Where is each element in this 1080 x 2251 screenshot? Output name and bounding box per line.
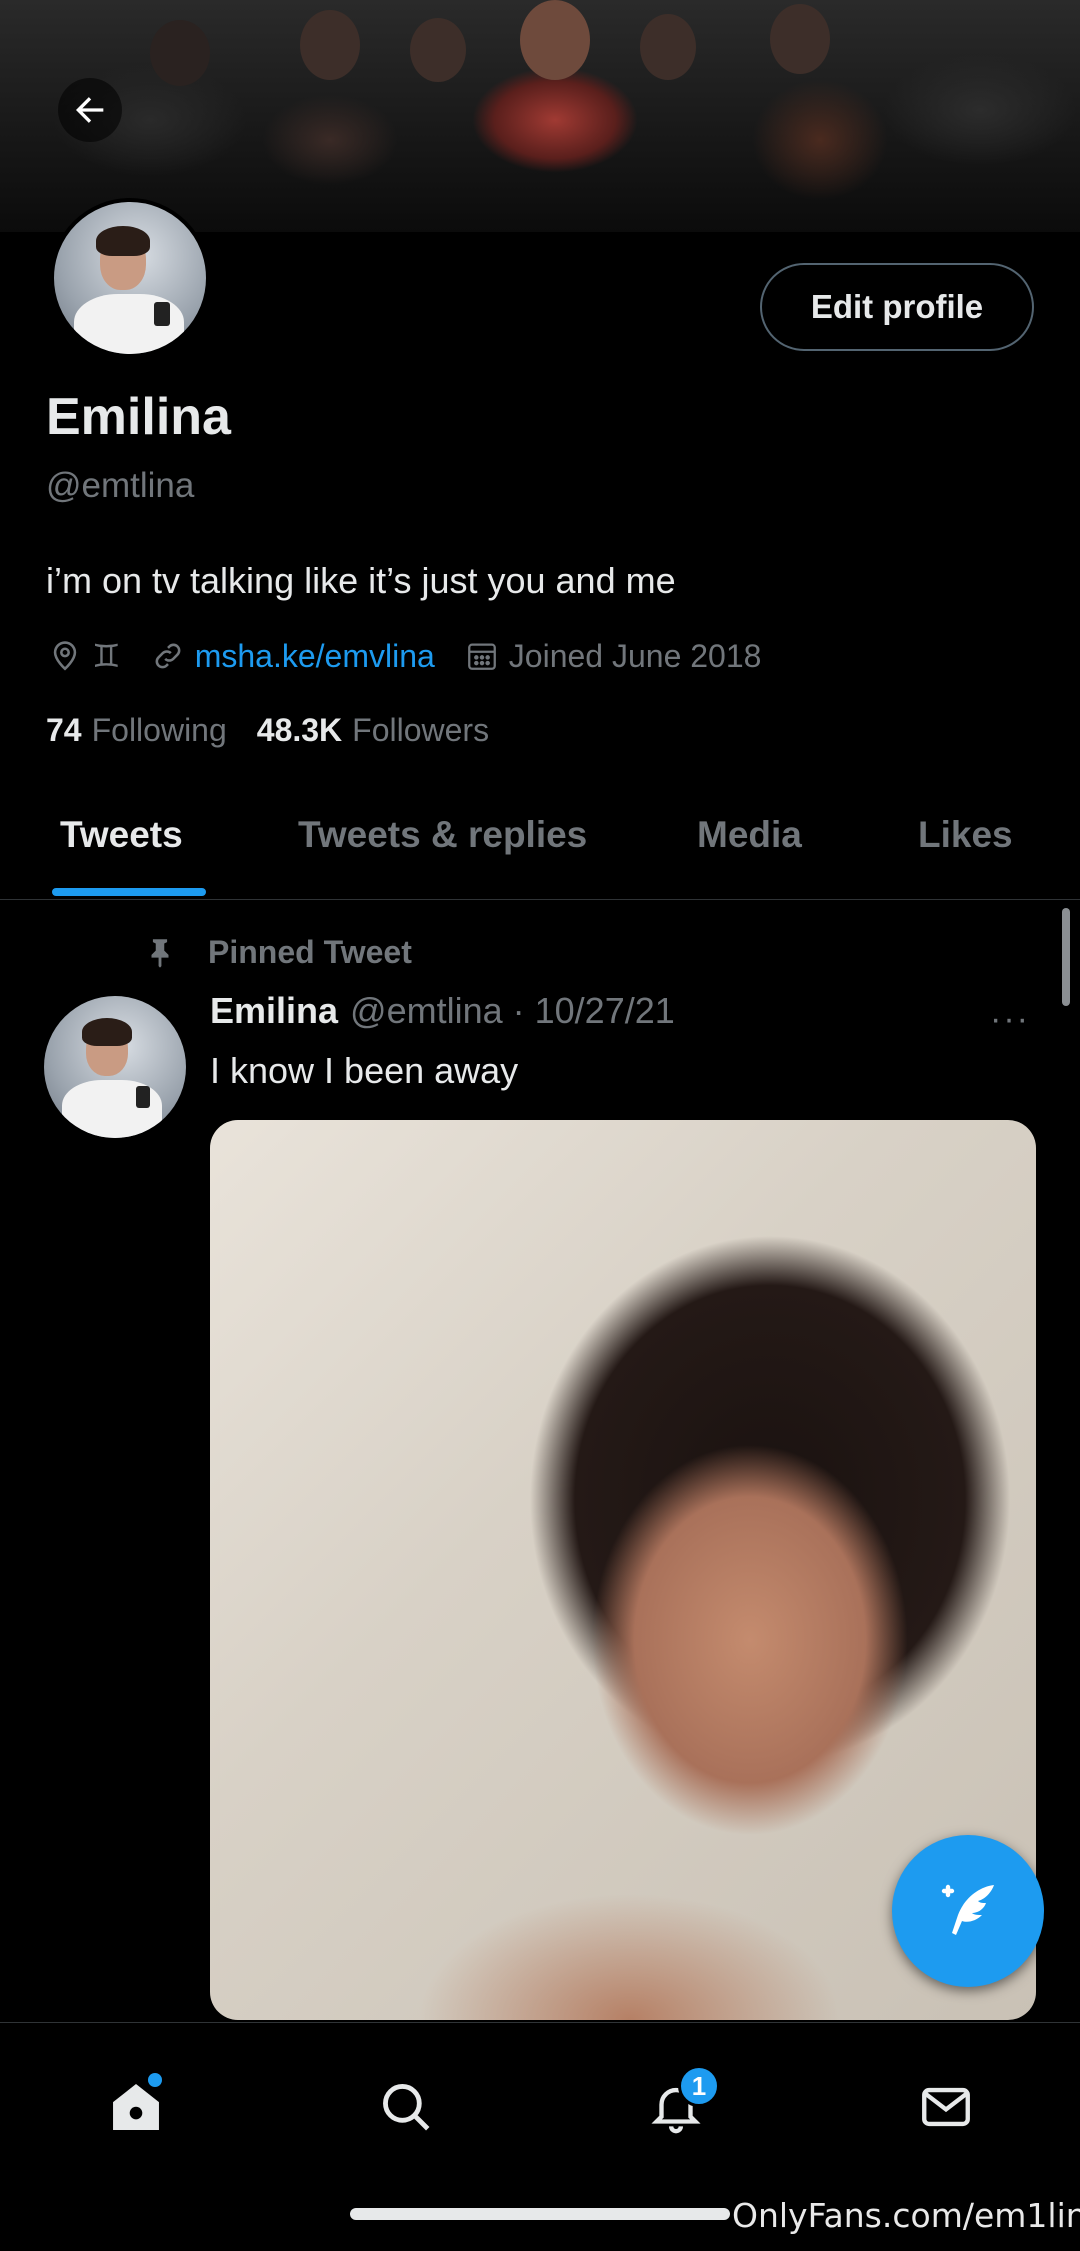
profile-banner[interactable] (0, 0, 1080, 232)
profile-page: Edit profile Emilina @emtlina i’m on tv … (0, 0, 1080, 2251)
website-link[interactable]: msha.ke/emvlina (195, 638, 435, 675)
compose-icon (941, 1884, 994, 1935)
tweet-avatar[interactable] (44, 996, 186, 1138)
tab-media[interactable]: Media (697, 814, 802, 856)
compose-tweet-button[interactable] (892, 1835, 1044, 1987)
following-label: Following (91, 712, 227, 748)
pin-icon (140, 932, 180, 972)
banner-photo (0, 0, 1080, 232)
location-icon (46, 637, 84, 675)
following-count: 74 (46, 712, 82, 748)
home-indicator[interactable] (350, 2208, 730, 2220)
calendar-icon (463, 637, 501, 675)
active-tab-indicator (52, 888, 206, 896)
pinned-label-row: Pinned Tweet (140, 932, 412, 972)
tweet-text: I know I been away (210, 1050, 519, 1091)
more-options-icon[interactable]: ··· (990, 1000, 1030, 1039)
follow-stats: 74 Following 48.3K Followers (46, 712, 519, 749)
followers-link[interactable]: 48.3K Followers (257, 712, 489, 749)
joined-date: Joined June 2018 (508, 637, 762, 674)
nav-notifications[interactable]: 1 (636, 2065, 720, 2147)
back-button[interactable] (58, 78, 122, 142)
back-arrow-icon (76, 97, 104, 123)
following-link[interactable]: 74 Following (46, 712, 227, 749)
nav-home[interactable] (96, 2067, 176, 2147)
profile-tabs: Tweets Tweets & replies Media Likes (0, 780, 1080, 900)
edit-profile-button[interactable]: Edit profile (760, 263, 1034, 351)
followers-label: Followers (352, 712, 490, 748)
watermark-text: OnlyFans.com/em1lina (732, 2196, 1080, 2235)
notification-badge: 1 (678, 2065, 720, 2107)
nav-messages[interactable] (906, 2067, 986, 2147)
display-name: Emilina (46, 388, 231, 446)
profile-avatar[interactable] (50, 198, 210, 358)
pinned-tweet-label: Pinned Tweet (208, 933, 412, 970)
tweet-handle-date: @emtlina · 10/27/21 (350, 990, 675, 1031)
user-handle: @emtlina (46, 466, 195, 505)
home-unread-dot (148, 2073, 162, 2087)
tab-tweets-replies[interactable]: Tweets & replies (298, 814, 587, 856)
tab-likes[interactable]: Likes (918, 814, 1013, 856)
profile-meta: ♊ msha.ke/emvlina Joined June 2018 (46, 634, 761, 678)
tweet-header: Emilina @emtlina · 10/27/21 (210, 990, 675, 1032)
profile-bio: i’m on tv talking like it’s just you and… (46, 560, 676, 601)
scrollbar[interactable] (1062, 908, 1070, 1006)
search-icon (383, 2084, 430, 2131)
link-icon (149, 637, 187, 675)
nav-search[interactable] (366, 2067, 446, 2147)
location-text: ♊ (92, 638, 121, 674)
followers-count: 48.3K (256, 712, 343, 748)
tab-tweets[interactable]: Tweets (60, 814, 183, 856)
mail-icon (922, 2087, 970, 2127)
tweet-author[interactable]: Emilina (210, 990, 338, 1032)
